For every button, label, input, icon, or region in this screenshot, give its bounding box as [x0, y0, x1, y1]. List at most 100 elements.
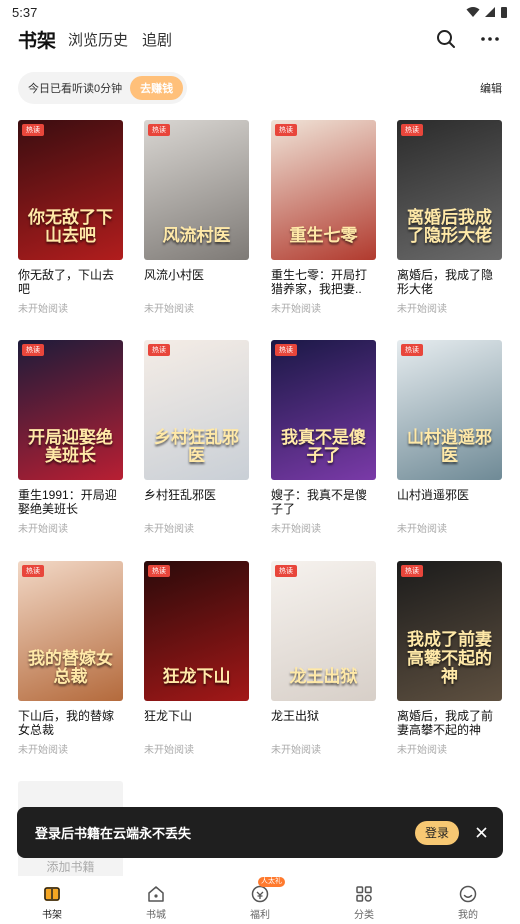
book-title[interactable]: 重生1991：开局迎娶绝美班长 — [18, 488, 123, 516]
book-cover[interactable]: 热读离婚后我成了隐形大佬 — [397, 120, 502, 260]
more-icon[interactable] — [478, 27, 502, 51]
hot-tag: 热读 — [275, 124, 297, 136]
bookshelf-icon — [44, 887, 60, 901]
cover-title: 重生七零 — [289, 226, 358, 247]
book-card[interactable]: 热读我成了前妻高攀不起的神离婚后，我成了前妻高攀不起的神未开始阅读 — [397, 561, 502, 756]
hot-tag: 热读 — [275, 344, 297, 356]
edit-button[interactable]: 编辑 — [480, 80, 502, 96]
add-book-label: 添加书籍 — [46, 860, 95, 874]
book-card[interactable]: 热读 狂龙下山 狂龙下山 未开始阅读 — [144, 561, 249, 756]
toast-message: 登录后书籍在云端永不丢失 — [35, 826, 192, 841]
hot-tag: 热读 — [22, 565, 44, 577]
book-title[interactable]: 离婚后，我成了隐形大佬 — [397, 268, 502, 296]
book-card[interactable]: 热读风流村医风流小村医未开始阅读 — [144, 120, 249, 315]
nav-label: 书架 — [42, 910, 62, 921]
reading-status: 未开始阅读 — [18, 524, 68, 535]
top-navigation: 书架 浏览历史 追剧 — [0, 24, 520, 54]
cover-title: 山村逍遥邪医 — [407, 427, 492, 467]
book-title[interactable]: 山村逍遥邪医 — [397, 488, 502, 516]
hot-tag: 热读 — [148, 124, 170, 136]
book-title[interactable]: 龙王出狱 — [271, 709, 376, 737]
book-cover[interactable]: 热读我真不是傻子了 — [271, 340, 376, 480]
book-cover[interactable]: 热读 你无敌了下山去吧 — [18, 120, 123, 260]
close-icon[interactable] — [473, 825, 489, 841]
reading-status: 未开始阅读 — [271, 524, 321, 535]
wifi-icon — [466, 7, 480, 17]
hot-tag: 热读 — [401, 565, 423, 577]
status-icons — [466, 6, 508, 19]
book-card[interactable]: 热读 乡村狂乱邪医 乡村狂乱邪医 未开始阅读 — [144, 340, 249, 535]
reading-status: 未开始阅读 — [397, 304, 447, 315]
book-card[interactable]: 热读 龙王出狱 龙王出狱 未开始阅读 — [271, 561, 376, 756]
cover-title: 开局迎娶绝美班长 — [28, 427, 113, 467]
nav-store[interactable]: 书城 — [104, 876, 208, 924]
tab-drama[interactable]: 追剧 — [142, 29, 172, 50]
book-cover[interactable]: 热读我成了前妻高攀不起的神 — [397, 561, 502, 701]
search-icon[interactable] — [434, 27, 458, 51]
status-bar: 5:37 — [0, 0, 520, 24]
book-title[interactable]: 重生七零：开局打猎养家，我把妻.. — [271, 268, 376, 296]
book-card[interactable]: 热读 山村逍遥邪医 山村逍遥邪医 未开始阅读 — [397, 340, 502, 535]
cover-title: 我的替嫁女总裁 — [28, 648, 113, 688]
book-title[interactable]: 嫂子：我真不是傻子了 — [271, 488, 376, 516]
book-title[interactable]: 离婚后，我成了前妻高攀不起的神 — [397, 709, 502, 737]
book-title[interactable]: 乡村狂乱邪医 — [144, 488, 249, 516]
profile-icon — [459, 885, 477, 903]
book-card[interactable]: 热读 你无敌了下山去吧 你无敌了，下山去吧 未开始阅读 — [18, 120, 123, 315]
tab-history[interactable]: 浏览历史 — [68, 29, 128, 50]
book-cover[interactable]: 热读 开局迎娶绝美班长 — [18, 340, 123, 480]
hot-tag: 热读 — [401, 344, 423, 356]
nav-bookshelf[interactable]: 书架 — [0, 876, 104, 924]
nav-welfare[interactable]: 人太礼 福利 — [208, 876, 312, 924]
cover-title: 乡村狂乱邪医 — [154, 427, 239, 467]
book-card[interactable]: 热读重生七零重生七零：开局打猎养家，我把妻.. 未开始阅读 — [271, 120, 376, 315]
cover-title: 狂龙下山 — [162, 667, 231, 688]
book-title[interactable]: 狂龙下山 — [144, 709, 249, 737]
nav-label: 我的 — [458, 910, 478, 921]
tab-bookshelf[interactable]: 书架 — [18, 26, 56, 53]
book-cover[interactable]: 热读狂龙下山 — [144, 561, 249, 701]
book-cover[interactable]: 热读龙王出狱 — [271, 561, 376, 701]
reading-status: 未开始阅读 — [144, 745, 194, 756]
signal-icon — [485, 7, 495, 17]
book-card[interactable]: 热读我真不是傻子了嫂子：我真不是傻子了未开始阅读 — [271, 340, 376, 535]
book-card[interactable]: 热读离婚后我成了隐形大佬离婚后，我成了隐形大佬未开始阅读 — [397, 120, 502, 315]
gift-icon — [251, 885, 269, 903]
book-cover[interactable]: 热读我的替嫁女总裁 — [18, 561, 123, 701]
cover-title: 你无敌了下山去吧 — [28, 207, 113, 247]
nav-profile[interactable]: 我的 — [416, 876, 520, 924]
book-cover[interactable]: 热读山村逍遥邪医 — [397, 340, 502, 480]
nav-label: 分类 — [354, 910, 374, 921]
book-title[interactable]: 你无敌了，下山去吧 — [18, 268, 123, 296]
reading-time-bar: 今日已看听读0分钟 去赚钱 — [18, 72, 188, 104]
cover-title: 离婚后我成了隐形大佬 — [407, 207, 492, 247]
book-card[interactable]: 热读 开局迎娶绝美班长重生1991：开局迎娶绝美班长未开始阅读 — [18, 340, 123, 535]
earn-money-button[interactable]: 去赚钱 — [130, 76, 184, 100]
book-title[interactable]: 下山后，我的替嫁女总裁 — [18, 709, 123, 737]
store-icon — [148, 886, 164, 902]
book-card[interactable]: 热读我的替嫁女总裁下山后，我的替嫁女总裁未开始阅读 — [18, 561, 123, 756]
battery-icon — [501, 6, 507, 18]
reading-status: 未开始阅读 — [397, 745, 447, 756]
cover-title: 龙王出狱 — [289, 667, 358, 688]
reading-status: 未开始阅读 — [271, 304, 321, 315]
hot-tag: 热读 — [148, 344, 170, 356]
category-icon — [356, 886, 372, 902]
book-cover[interactable]: 热读风流村医 — [144, 120, 249, 260]
book-title[interactable]: 风流小村医 — [144, 268, 249, 296]
cover-title: 风流村医 — [162, 226, 231, 247]
reading-status: 未开始阅读 — [144, 524, 194, 535]
book-cover[interactable]: 热读乡村狂乱邪医 — [144, 340, 249, 480]
hot-tag: 热读 — [148, 565, 170, 577]
hot-tag: 热读 — [275, 565, 297, 577]
reading-status: 未开始阅读 — [144, 304, 194, 315]
book-cover[interactable]: 热读重生七零 — [271, 120, 376, 260]
login-button[interactable]: 登录 — [414, 820, 459, 845]
hot-tag: 热读 — [401, 124, 423, 136]
reading-time-text: 今日已看听读0分钟 — [28, 83, 123, 95]
cover-title: 我真不是傻子了 — [281, 427, 366, 467]
nav-category[interactable]: 分类 — [312, 876, 416, 924]
reading-status: 未开始阅读 — [271, 745, 321, 756]
cover-title: 我成了前妻高攀不起的神 — [407, 629, 492, 688]
reading-status: 未开始阅读 — [18, 745, 68, 756]
